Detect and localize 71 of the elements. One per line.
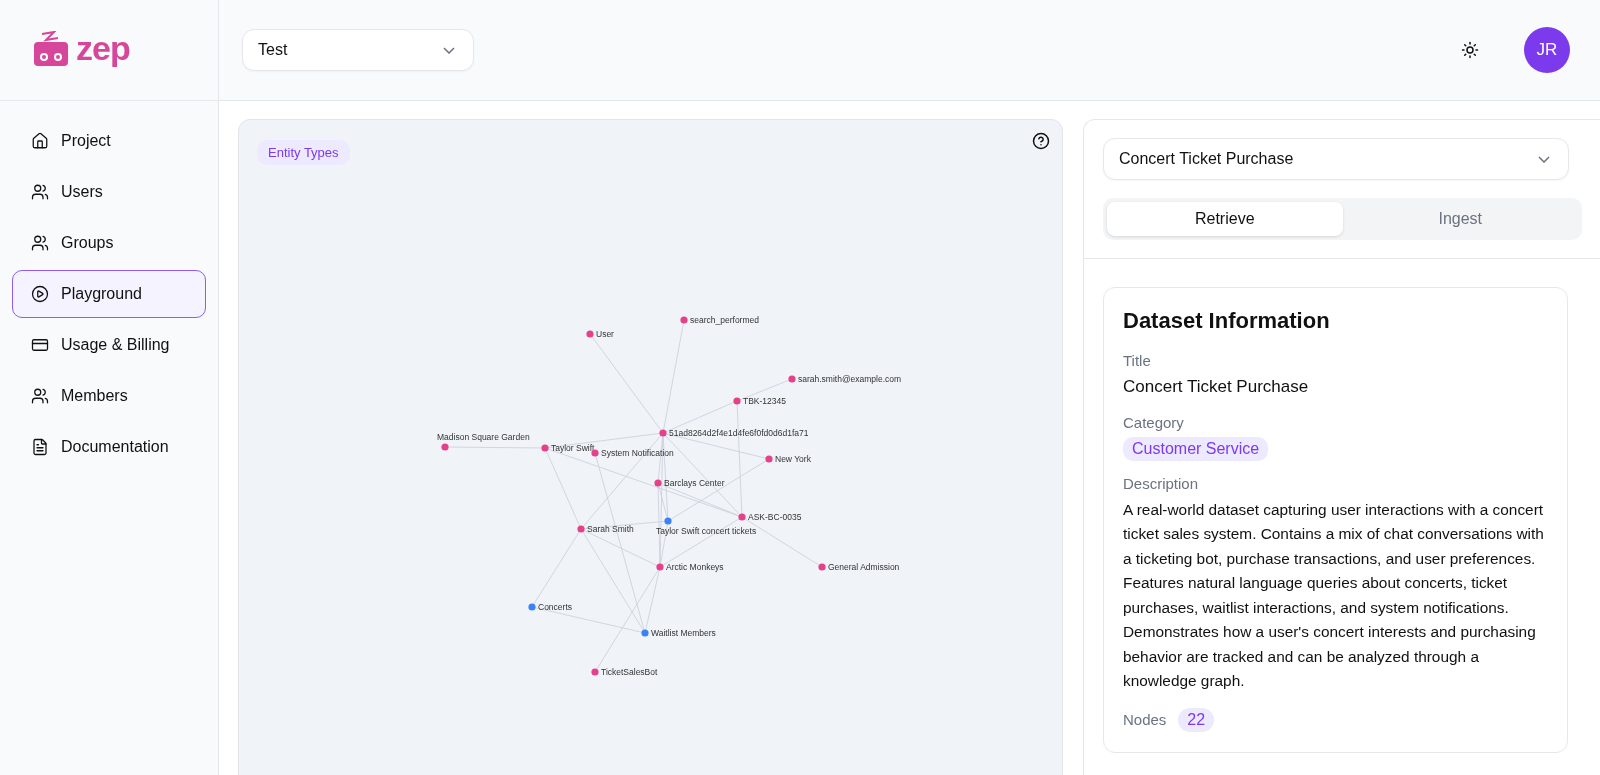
field-label: Nodes <box>1123 711 1167 728</box>
graph-node[interactable] <box>680 316 688 324</box>
graph-node[interactable] <box>591 449 599 457</box>
entity-types-badge[interactable]: Entity Types <box>257 140 350 165</box>
chevron-down-icon <box>1538 155 1550 163</box>
logo-text: zep <box>76 28 130 68</box>
node-label: 51ad8264d2f4e1d4fe6f0fd0d6d1fa71 <box>669 428 809 438</box>
graph-node[interactable] <box>586 330 594 338</box>
users-icon <box>31 183 49 201</box>
nav-item[interactable]: Usage & Billing <box>12 321 206 369</box>
graph-node[interactable] <box>528 603 536 611</box>
node-label: TBK-12345 <box>743 396 786 406</box>
graph-node[interactable] <box>733 397 741 405</box>
users-icon <box>31 234 49 252</box>
graph-node[interactable] <box>654 479 662 487</box>
node-label: Waitlist Members <box>651 628 716 638</box>
field-value: Concert Ticket Purchase <box>1123 376 1310 398</box>
project-select[interactable]: Test <box>242 29 474 71</box>
count-badge: 22 <box>1178 707 1215 732</box>
graph-node[interactable] <box>818 563 826 571</box>
graph-node[interactable] <box>641 629 649 637</box>
help-icon[interactable] <box>1032 132 1050 150</box>
nav-item[interactable]: Users <box>12 168 206 216</box>
graph-node[interactable] <box>656 563 664 571</box>
credit-card-icon <box>31 336 49 354</box>
nav-item[interactable]: Documentation <box>12 423 206 471</box>
node-label: search_performed <box>690 315 759 325</box>
chevron-down-icon <box>443 46 455 54</box>
nav-item[interactable]: Playground <box>12 270 206 318</box>
nav-item[interactable]: Groups <box>12 219 206 267</box>
node-label: Sarah Smith <box>587 524 634 534</box>
node-label: ASK-BC-0035 <box>748 512 802 522</box>
node-label: sarah.smith@example.com <box>798 374 902 384</box>
graph-node[interactable] <box>591 668 599 676</box>
document-icon <box>31 438 49 456</box>
graph-node[interactable] <box>659 429 667 437</box>
node-label: Arctic Monkeys <box>666 562 724 572</box>
node-label: General Admission <box>828 562 900 572</box>
card-heading: Dataset Information <box>1123 308 1331 334</box>
dataset-select[interactable]: Concert Ticket Purchase <box>1103 138 1569 180</box>
node-label: TicketSalesBot <box>601 667 658 677</box>
logo-icon <box>32 31 70 69</box>
field-label: Title <box>1123 352 1152 369</box>
nav-item[interactable]: Members <box>12 372 206 420</box>
graph-node[interactable] <box>788 375 796 383</box>
nav-item[interactable]: Project <box>12 117 206 165</box>
tab[interactable]: Retrieve <box>1107 202 1343 236</box>
field-label: Category <box>1123 413 1185 431</box>
node-label: System Notification <box>601 448 674 458</box>
play-circle-icon <box>31 285 49 303</box>
theme-toggle-icon[interactable] <box>1461 41 1479 59</box>
node-label: Barclays Center <box>664 478 725 488</box>
node-label: Taylor Swift concert tickets <box>656 526 757 536</box>
graph-node[interactable] <box>541 444 549 452</box>
node-label: New York <box>775 454 811 464</box>
field-value: A real-world dataset capturing user interactions with a concert ticket sales system. Contains a mix of chat conversations with a ticketing bot, purchase transactions, and user preferences. Features natural language queries about concerts, ticket purchases, waitlist interactions, and system notifications. Demonstrates how a user's concert interests and purchasing behavior are tracked and can be analyzed through a knowledge graph. <box>1123 499 1545 691</box>
tab[interactable]: Ingest <box>1342 202 1578 236</box>
user-avatar[interactable]: JR <box>1524 27 1570 73</box>
field-label: Description <box>1123 474 1200 492</box>
node-label: Madison Square Garden <box>437 432 530 442</box>
graph-node[interactable] <box>577 525 585 533</box>
graph-node[interactable] <box>765 455 773 463</box>
graph-node[interactable] <box>664 517 672 525</box>
graph-node[interactable] <box>738 513 746 521</box>
graph-node[interactable] <box>441 443 449 451</box>
users-icon <box>31 387 49 405</box>
node-label: Taylor Swift <box>551 443 595 453</box>
node-label: Concerts <box>538 602 572 612</box>
category-tag: Customer Service <box>1123 436 1269 461</box>
home-icon <box>31 132 49 150</box>
node-label: User <box>596 329 614 339</box>
